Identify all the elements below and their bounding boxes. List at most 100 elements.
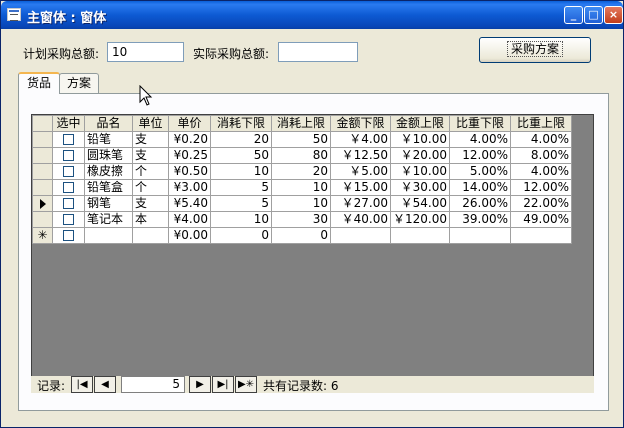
select-checkbox[interactable] (63, 134, 74, 145)
amount-min-cell[interactable]: ￥27.00 (330, 195, 391, 212)
amount-min-cell[interactable]: ￥4.00 (330, 131, 391, 148)
amount-min-cell[interactable] (330, 227, 391, 244)
actual-total-input[interactable] (278, 42, 358, 62)
ratio-min-cell[interactable]: 5.00% (449, 163, 511, 180)
table-row[interactable]: 笔记本 本 ¥4.00 10 30 ￥40.00 ￥120.00 39.00% … (32, 211, 572, 228)
record-selector[interactable] (32, 179, 53, 196)
close-button[interactable]: × (604, 6, 623, 24)
ratio-max-cell[interactable] (510, 227, 572, 244)
use-max-cell[interactable]: 50 (271, 131, 331, 148)
new-record-row[interactable]: ✳ ¥0.00 0 0 (32, 227, 572, 244)
amount-min-cell[interactable]: ￥12.50 (330, 147, 391, 164)
select-cell[interactable] (52, 163, 85, 180)
price-cell[interactable]: ¥0.25 (168, 147, 211, 164)
new-record-selector[interactable]: ✳ (32, 227, 53, 244)
unit-cell[interactable] (132, 227, 169, 244)
tab-plan[interactable]: 方案 (59, 73, 99, 93)
price-cell[interactable]: ¥4.00 (168, 211, 211, 228)
select-cell[interactable] (52, 131, 85, 148)
table-row[interactable]: 橡皮擦 个 ¥0.50 10 20 ￥5.00 ￥10.00 5.00% 4.0… (32, 163, 572, 180)
name-cell[interactable]: 圆珠笔 (84, 147, 133, 164)
column-header-amount-max[interactable]: 金额上限 (390, 115, 450, 132)
select-cell[interactable] (52, 195, 85, 212)
record-selector[interactable] (32, 131, 53, 148)
ratio-min-cell[interactable]: 4.00% (449, 131, 511, 148)
column-header-selected[interactable]: 选中 (52, 115, 85, 132)
column-header-use-min[interactable]: 消耗下限 (210, 115, 272, 132)
amount-max-cell[interactable] (390, 227, 450, 244)
record-selector[interactable] (32, 163, 53, 180)
ratio-max-cell[interactable]: 49.00% (510, 211, 572, 228)
planned-total-input[interactable]: 10 (107, 42, 184, 62)
unit-cell[interactable]: 支 (132, 131, 169, 148)
use-max-cell[interactable]: 0 (271, 227, 331, 244)
price-cell[interactable]: ¥0.00 (168, 227, 211, 244)
price-cell[interactable]: ¥0.20 (168, 131, 211, 148)
ratio-min-cell[interactable]: 12.00% (449, 147, 511, 164)
column-header-ratio-min[interactable]: 比重下限 (449, 115, 511, 132)
select-cell[interactable] (52, 211, 85, 228)
amount-max-cell[interactable]: ￥30.00 (390, 179, 450, 196)
use-min-cell[interactable]: 5 (210, 195, 272, 212)
use-min-cell[interactable]: 0 (210, 227, 272, 244)
select-checkbox[interactable] (63, 214, 74, 225)
ratio-min-cell[interactable]: 26.00% (449, 195, 511, 212)
last-record-button[interactable]: ▶| (212, 376, 234, 393)
ratio-max-cell[interactable]: 4.00% (510, 131, 572, 148)
title-bar[interactable]: 主窗体 : 窗体 _ □ × (1, 1, 623, 29)
record-selector[interactable] (32, 211, 53, 228)
amount-min-cell[interactable]: ￥15.00 (330, 179, 391, 196)
goods-datasheet[interactable]: 选中 品名 单位 单价 消耗下限 消耗上限 金额下限 金额上限 比重下限 比重上… (31, 114, 594, 377)
prev-record-button[interactable]: ◀ (94, 376, 116, 393)
select-cell[interactable] (52, 147, 85, 164)
ratio-max-cell[interactable]: 12.00% (510, 179, 572, 196)
minimize-button[interactable]: _ (564, 6, 583, 24)
current-record-input[interactable]: 5 (121, 376, 185, 393)
use-max-cell[interactable]: 10 (271, 179, 331, 196)
use-min-cell[interactable]: 10 (210, 163, 272, 180)
table-row-current[interactable]: 钢笔 支 ¥5.40 5 10 ￥27.00 ￥54.00 26.00% 22.… (32, 195, 572, 212)
maximize-button[interactable]: □ (584, 6, 603, 24)
price-cell[interactable]: ¥0.50 (168, 163, 211, 180)
purchase-plan-button[interactable]: 采购方案 (479, 37, 591, 63)
use-max-cell[interactable]: 20 (271, 163, 331, 180)
record-selector[interactable] (32, 147, 53, 164)
use-min-cell[interactable]: 5 (210, 179, 272, 196)
unit-cell[interactable]: 支 (132, 195, 169, 212)
unit-cell[interactable]: 个 (132, 179, 169, 196)
form-window-icon[interactable] (7, 8, 21, 21)
use-max-cell[interactable]: 10 (271, 195, 331, 212)
use-min-cell[interactable]: 50 (210, 147, 272, 164)
select-cell[interactable] (52, 227, 85, 244)
record-selector-current[interactable] (32, 195, 53, 212)
column-header-ratio-max[interactable]: 比重上限 (510, 115, 572, 132)
amount-max-cell[interactable]: ￥10.00 (390, 131, 450, 148)
price-cell[interactable]: ¥3.00 (168, 179, 211, 196)
name-cell[interactable]: 橡皮擦 (84, 163, 133, 180)
ratio-min-cell[interactable] (449, 227, 511, 244)
record-selector-header[interactable] (32, 115, 53, 132)
name-cell[interactable]: 笔记本 (84, 211, 133, 228)
column-header-unit[interactable]: 单位 (132, 115, 169, 132)
column-header-use-max[interactable]: 消耗上限 (271, 115, 331, 132)
amount-min-cell[interactable]: ￥5.00 (330, 163, 391, 180)
amount-max-cell[interactable]: ￥54.00 (390, 195, 450, 212)
unit-cell[interactable]: 个 (132, 163, 169, 180)
column-header-name[interactable]: 品名 (84, 115, 133, 132)
table-row[interactable]: 铅笔盒 个 ¥3.00 5 10 ￥15.00 ￥30.00 14.00% 12… (32, 179, 572, 196)
column-header-price[interactable]: 单价 (168, 115, 211, 132)
column-header-amount-min[interactable]: 金额下限 (330, 115, 391, 132)
select-checkbox[interactable] (63, 166, 74, 177)
select-checkbox[interactable] (63, 150, 74, 161)
use-max-cell[interactable]: 30 (271, 211, 331, 228)
unit-cell[interactable]: 支 (132, 147, 169, 164)
select-checkbox[interactable] (63, 182, 74, 193)
amount-max-cell[interactable]: ￥120.00 (390, 211, 450, 228)
amount-min-cell[interactable]: ￥40.00 (330, 211, 391, 228)
ratio-min-cell[interactable]: 39.00% (449, 211, 511, 228)
unit-cell[interactable]: 本 (132, 211, 169, 228)
name-cell[interactable] (84, 227, 133, 244)
tab-goods[interactable]: 货品 (18, 72, 60, 94)
next-record-button[interactable]: ▶ (189, 376, 211, 393)
select-cell[interactable] (52, 179, 85, 196)
